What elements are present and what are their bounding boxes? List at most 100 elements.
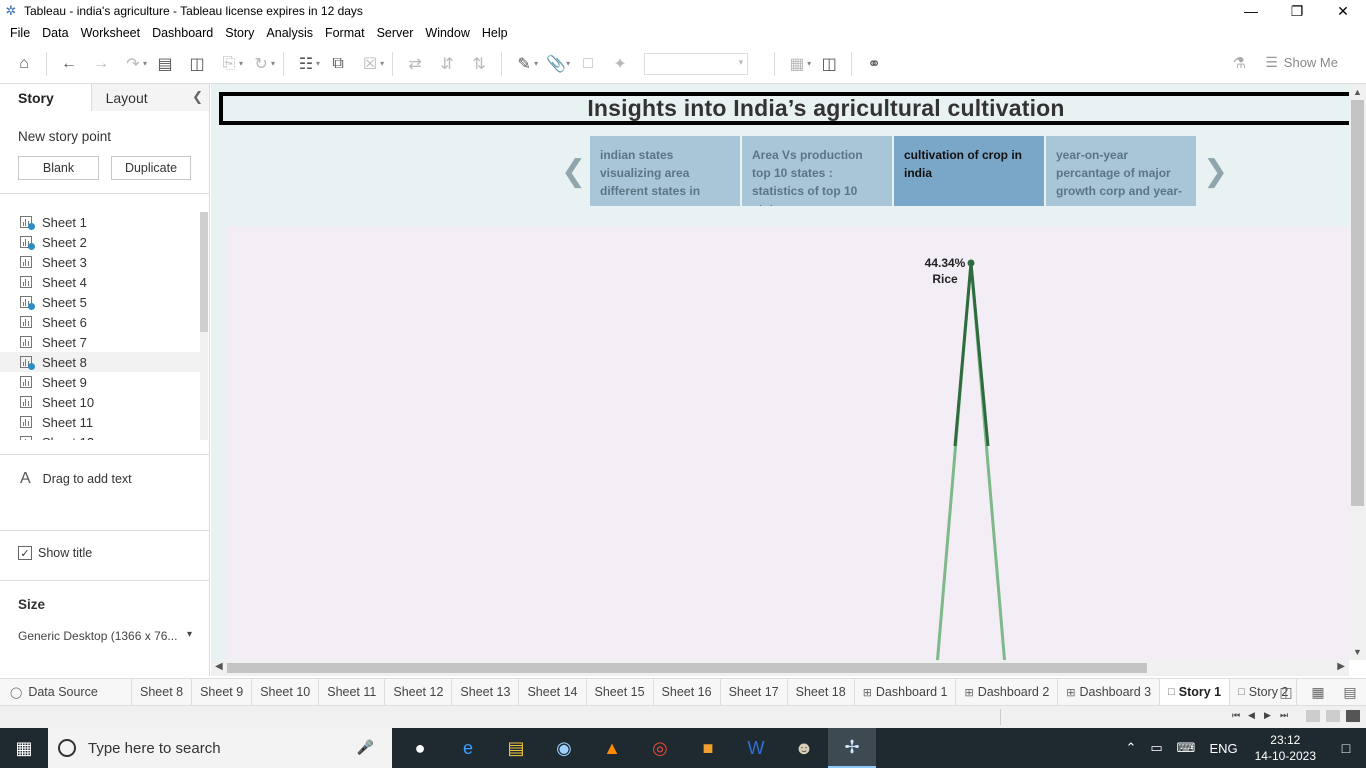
- scroll-left-icon[interactable]: ◀: [215, 661, 223, 672]
- restore-icon[interactable]: ❐: [1274, 0, 1320, 22]
- sort-ascending-icon[interactable]: ⇵: [435, 52, 459, 76]
- group-caret-icon[interactable]: ▾: [566, 59, 570, 68]
- clear-sheet-icon[interactable]: ☒: [358, 52, 382, 76]
- duplicate-sheet-icon[interactable]: ⧉: [326, 52, 350, 76]
- tab-sheet-8[interactable]: Sheet 8: [132, 679, 193, 705]
- menu-analysis[interactable]: Analysis: [260, 26, 319, 40]
- tab-sheet-11[interactable]: Sheet 11: [319, 679, 386, 705]
- filmstrip-icon[interactable]: [1326, 710, 1340, 722]
- paint-format-icon[interactable]: ⚗: [1233, 54, 1246, 72]
- scroll-up-icon[interactable]: ▲: [1353, 87, 1362, 97]
- save-icon[interactable]: ▤: [153, 52, 177, 76]
- last-sheet-icon[interactable]: ⏭: [1280, 710, 1296, 721]
- game-app-icon[interactable]: ■: [684, 728, 732, 768]
- vertical-scrollbar[interactable]: ▲ ▼: [1349, 84, 1366, 660]
- paste-caret-icon[interactable]: ▾: [239, 59, 243, 68]
- show-mark-labels-icon[interactable]: □: [576, 52, 600, 76]
- sheet-list-item[interactable]: Sheet 5: [0, 292, 200, 312]
- paint-app-icon[interactable]: ◉: [540, 728, 588, 768]
- sheet-list-item[interactable]: Sheet 11: [0, 412, 200, 432]
- story-point-1[interactable]: indian states visualizing area different…: [590, 136, 740, 206]
- new-worksheet-icon[interactable]: ☷: [294, 52, 318, 76]
- sort-descending-icon[interactable]: ⇅: [467, 52, 491, 76]
- sheet-list-item[interactable]: Sheet 7: [0, 332, 200, 352]
- next-story-point-icon[interactable]: ❯: [1203, 154, 1228, 189]
- checkbox-checked-icon[interactable]: ✓: [18, 546, 32, 560]
- horizontal-scrollbar[interactable]: ◀ ▶: [211, 660, 1349, 676]
- scrollbar-thumb[interactable]: [1351, 100, 1364, 506]
- group-members-icon[interactable]: 📎: [544, 52, 568, 76]
- close-icon[interactable]: ✕: [1320, 0, 1366, 22]
- tab-sheet-15[interactable]: Sheet 15: [587, 679, 654, 705]
- new-worksheet-caret-icon[interactable]: ▾: [316, 59, 320, 68]
- prev-sheet-icon[interactable]: ◀: [1248, 710, 1264, 721]
- drag-text-item[interactable]: A Drag to add text: [20, 470, 132, 488]
- notifications-icon[interactable]: □: [1326, 740, 1366, 756]
- duplicate-button[interactable]: Duplicate: [111, 156, 191, 180]
- tab-sheet-18[interactable]: Sheet 18: [788, 679, 855, 705]
- home-icon[interactable]: ⌂: [12, 52, 36, 76]
- sheet-list-scrollbar[interactable]: [200, 212, 208, 440]
- size-dropdown[interactable]: Generic Desktop (1366 x 76...: [18, 629, 192, 643]
- highlight-icon[interactable]: ✎: [512, 52, 536, 76]
- sheet-list-item[interactable]: Sheet 2: [0, 232, 200, 252]
- game-character-icon[interactable]: ☻: [780, 728, 828, 768]
- tab-story[interactable]: Story: [0, 84, 92, 111]
- menu-worksheet[interactable]: Worksheet: [75, 26, 147, 40]
- menu-data[interactable]: Data: [36, 26, 74, 40]
- presentation-mode-icon[interactable]: ◫: [817, 52, 841, 76]
- refresh-caret-icon[interactable]: ▾: [271, 59, 275, 68]
- menu-file[interactable]: File: [4, 26, 36, 40]
- new-dashboard-tab-icon[interactable]: ▦: [1302, 684, 1334, 701]
- swap-rows-columns-icon[interactable]: ⇄: [403, 52, 427, 76]
- blank-button[interactable]: Blank: [18, 156, 99, 180]
- series-line-rising-upper[interactable]: [953, 262, 973, 447]
- previous-story-point-icon[interactable]: ❮: [561, 154, 586, 189]
- language-indicator[interactable]: ENG: [1209, 741, 1237, 756]
- battery-icon[interactable]: ▭: [1150, 740, 1162, 756]
- vlc-player-icon[interactable]: ▲: [588, 728, 636, 768]
- sheet-list-item[interactable]: Sheet 1: [0, 212, 200, 232]
- new-worksheet-tab-icon[interactable]: ◫: [1270, 684, 1302, 701]
- refresh-icon[interactable]: ↻: [249, 52, 273, 76]
- next-sheet-icon[interactable]: ▶: [1264, 710, 1280, 721]
- tab-story-1[interactable]: □ Story 1: [1160, 679, 1231, 705]
- clock[interactable]: 23:12 14-10-2023: [1255, 732, 1316, 764]
- sheet-list-item[interactable]: Sheet 12: [0, 432, 200, 440]
- show-cards-caret-icon[interactable]: ▾: [807, 59, 811, 68]
- scrollbar-thumb[interactable]: [200, 212, 208, 332]
- tab-sheet-16[interactable]: Sheet 16: [654, 679, 721, 705]
- sheet-list-item[interactable]: Sheet 6: [0, 312, 200, 332]
- share-icon[interactable]: ⚭: [862, 52, 886, 76]
- chrome-browser-icon[interactable]: ◎: [636, 728, 684, 768]
- tab-sheet-17[interactable]: Sheet 17: [721, 679, 788, 705]
- undo-icon[interactable]: ←: [57, 52, 81, 76]
- new-data-source-icon[interactable]: ◫: [185, 52, 209, 76]
- keyboard-icon[interactable]: ⌨: [1177, 740, 1196, 756]
- scroll-right-icon[interactable]: ▶: [1337, 661, 1345, 672]
- sheet-sorter-icon[interactable]: [1306, 710, 1320, 722]
- redo-icon[interactable]: →: [89, 52, 113, 76]
- fit-dropdown[interactable]: [644, 52, 749, 75]
- sheet-list-item[interactable]: Sheet 4: [0, 272, 200, 292]
- show-cards-icon[interactable]: ▦: [785, 52, 809, 76]
- scroll-down-icon[interactable]: ▼: [1353, 647, 1362, 657]
- tab-sheet-9[interactable]: Sheet 9: [192, 679, 253, 705]
- windows-start-icon[interactable]: ▦: [0, 728, 48, 768]
- show-title-checkbox[interactable]: ✓ Show title: [18, 546, 92, 560]
- story-point-2[interactable]: Area Vs production top 10 states : stati…: [742, 136, 892, 206]
- sheet-list-item[interactable]: Sheet 8: [0, 352, 200, 372]
- tab-sheet-13[interactable]: Sheet 13: [452, 679, 520, 705]
- tab-data-source[interactable]: ◯ Data Source: [0, 679, 132, 705]
- scrollbar-thumb[interactable]: [227, 663, 1147, 673]
- taskbar-search[interactable]: Type here to search 🎤: [48, 728, 392, 768]
- clear-sheet-caret-icon[interactable]: ▾: [380, 59, 384, 68]
- collapse-pane-icon[interactable]: ❮: [192, 89, 203, 105]
- menu-server[interactable]: Server: [371, 26, 420, 40]
- app-penguin-icon[interactable]: ●: [396, 728, 444, 768]
- edge-browser-icon[interactable]: e: [444, 728, 492, 768]
- menu-dashboard[interactable]: Dashboard: [146, 26, 219, 40]
- menu-story[interactable]: Story: [219, 26, 260, 40]
- menu-window[interactable]: Window: [419, 26, 475, 40]
- sheet-list-item[interactable]: Sheet 9: [0, 372, 200, 392]
